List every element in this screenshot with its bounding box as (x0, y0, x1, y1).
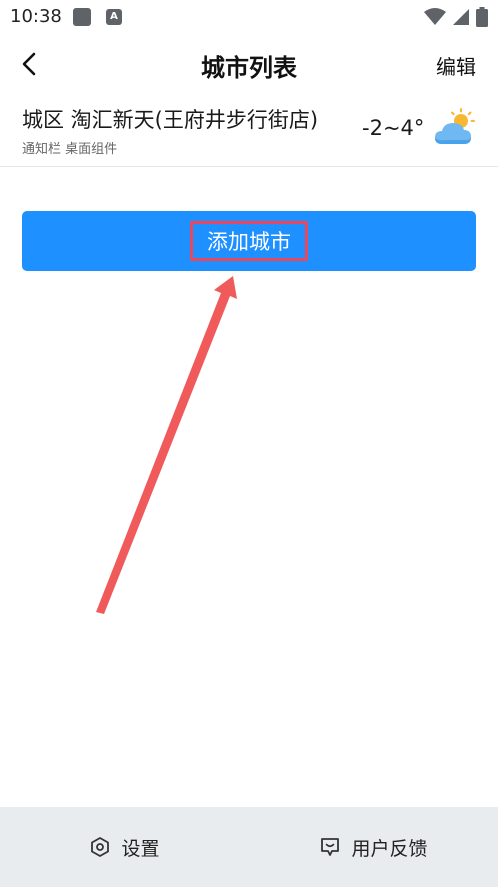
settings-icon (91, 837, 110, 857)
add-city-button[interactable]: 添加城市 (22, 211, 476, 271)
city-name: 城区 淘汇新天(王府井步行街店) (22, 108, 319, 132)
wifi-icon (424, 8, 446, 25)
status-indicators (424, 7, 488, 27)
feedback-icon (321, 838, 340, 856)
feedback-button[interactable]: 用户反馈 (249, 807, 498, 887)
settings-label: 设置 (121, 837, 160, 860)
status-time: 10:38 (10, 6, 62, 27)
app-notification-icon (73, 8, 91, 26)
bottom-bar: 设置 用户反馈 (0, 807, 498, 887)
settings-button[interactable]: 设置 (0, 807, 249, 887)
screen: 10:38 A 城市列表 编辑 城区 淘汇新天(王府井步行街店) 通知栏 桌面组… (0, 0, 498, 887)
city-temperature: -2~4° (362, 116, 425, 140)
add-city-label: 添加城市 (190, 221, 308, 261)
edit-button[interactable]: 编辑 (436, 51, 476, 80)
status-bar: 10:38 A (0, 0, 498, 34)
feedback-label: 用户反馈 (351, 837, 428, 860)
city-subtitle: 通知栏 桌面组件 (22, 142, 118, 157)
a-notification-icon: A (106, 9, 122, 25)
battery-icon (476, 7, 488, 27)
signal-icon (453, 9, 469, 25)
header: 城市列表 编辑 (0, 34, 498, 96)
page-title: 城市列表 (201, 54, 297, 82)
city-list-item[interactable]: 城区 淘汇新天(王府井步行街店) 通知栏 桌面组件 -2~4° (0, 96, 498, 167)
partly-cloudy-icon (435, 108, 475, 144)
